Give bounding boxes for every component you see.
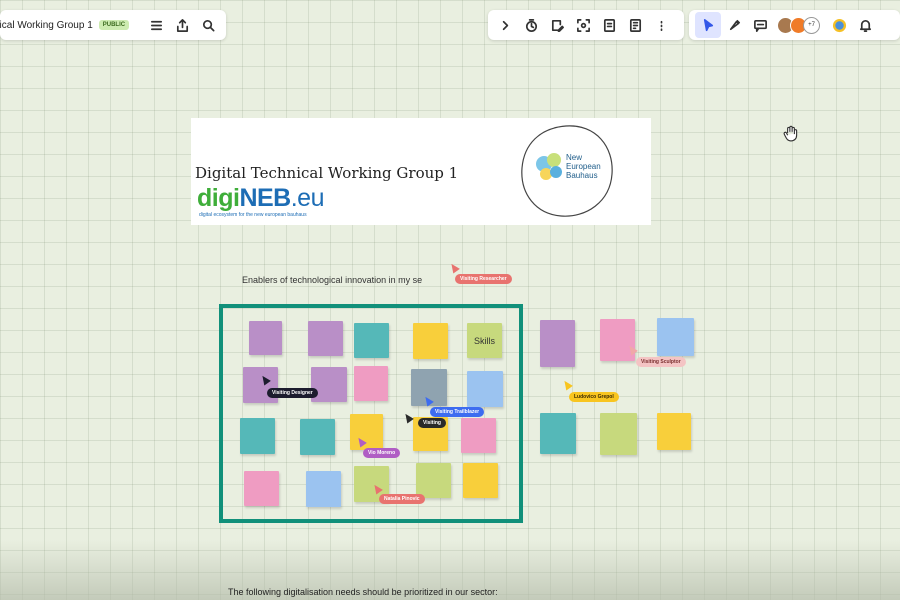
collaborator-avatars[interactable]: +7 bbox=[777, 16, 820, 34]
cursor-pointer-icon bbox=[448, 261, 460, 274]
reaction-icon[interactable] bbox=[721, 12, 747, 38]
focus-icon[interactable] bbox=[570, 12, 596, 38]
timer-icon[interactable] bbox=[518, 12, 544, 38]
search-icon[interactable] bbox=[195, 12, 221, 38]
user-avatar-icon[interactable] bbox=[826, 12, 852, 38]
bell-icon[interactable] bbox=[852, 12, 878, 38]
cursor-select-icon[interactable] bbox=[695, 12, 721, 38]
sticky-note[interactable] bbox=[350, 414, 383, 450]
collaborator-label: Ludovico Grepol bbox=[569, 392, 619, 402]
collaborator-label: Vio Moreno bbox=[363, 448, 401, 458]
cursor-pointer-icon bbox=[561, 378, 573, 391]
sticky-note[interactable] bbox=[240, 418, 275, 454]
sticky-note[interactable] bbox=[657, 413, 691, 450]
digineb-tagline: digital ecosystem for the new european b… bbox=[199, 212, 307, 218]
document-icon[interactable] bbox=[596, 12, 622, 38]
collaborator-label: Visiting bbox=[418, 418, 446, 428]
sticky-note[interactable] bbox=[354, 323, 389, 358]
question-text[interactable]: Enablers of technological innovation in … bbox=[242, 275, 422, 285]
template-icon[interactable] bbox=[622, 12, 648, 38]
collaborator-label: Visiting Trailblazer bbox=[430, 407, 485, 417]
menu-icon[interactable] bbox=[143, 12, 169, 38]
user-toolbar: +7 bbox=[689, 10, 900, 40]
sticky-note-skills[interactable]: Skills bbox=[467, 323, 502, 358]
collaboration-toolbar bbox=[488, 10, 684, 40]
sticky-note[interactable] bbox=[244, 471, 279, 506]
sticky-note[interactable] bbox=[300, 419, 335, 455]
sticky-note[interactable] bbox=[540, 320, 575, 367]
collaborator-label: Visiting Sculptor bbox=[636, 357, 686, 367]
neb-logo-text: New European Bauhaus bbox=[566, 153, 601, 180]
digineb-logo: digiNEB.eu bbox=[197, 184, 325, 212]
note-edit-icon[interactable] bbox=[544, 12, 570, 38]
sticky-note[interactable] bbox=[467, 371, 503, 407]
share-icon[interactable] bbox=[169, 12, 195, 38]
sticky-note[interactable] bbox=[308, 321, 343, 356]
sticky-note[interactable] bbox=[354, 366, 388, 401]
sticky-note[interactable] bbox=[600, 413, 637, 455]
public-badge: PUBLIC bbox=[98, 20, 130, 30]
sticky-note[interactable] bbox=[416, 463, 451, 498]
more-vertical-icon[interactable] bbox=[648, 12, 674, 38]
collaborator-label: Visiting Researcher bbox=[455, 274, 512, 284]
prioritization-prompt[interactable]: The following digitalisation needs shoul… bbox=[228, 587, 498, 597]
sticky-note[interactable] bbox=[463, 463, 498, 498]
sticky-note[interactable] bbox=[413, 323, 448, 359]
comment-icon[interactable] bbox=[747, 12, 773, 38]
header-image[interactable]: Digital Technical Working Group 1 digiNE… bbox=[191, 118, 651, 225]
sticky-note[interactable] bbox=[540, 413, 576, 454]
header-title: Digital Technical Working Group 1 bbox=[195, 164, 459, 182]
more-avatars-badge[interactable]: +7 bbox=[803, 16, 820, 34]
sticky-note[interactable] bbox=[249, 321, 282, 355]
chevron-right-icon[interactable] bbox=[492, 12, 518, 38]
sticky-note[interactable] bbox=[311, 367, 347, 402]
board-title[interactable]: nical Working Group 1 bbox=[0, 20, 93, 31]
hand-cursor-icon bbox=[783, 125, 798, 142]
board-toolbar: nical Working Group 1 PUBLIC bbox=[0, 10, 226, 40]
sticky-note[interactable] bbox=[461, 418, 496, 453]
sticky-note[interactable] bbox=[657, 318, 694, 356]
collaborator-label: Visiting Designer bbox=[267, 388, 318, 398]
collaborator-label: Natalia Pinovic bbox=[379, 494, 425, 504]
sticky-note[interactable] bbox=[306, 471, 341, 507]
